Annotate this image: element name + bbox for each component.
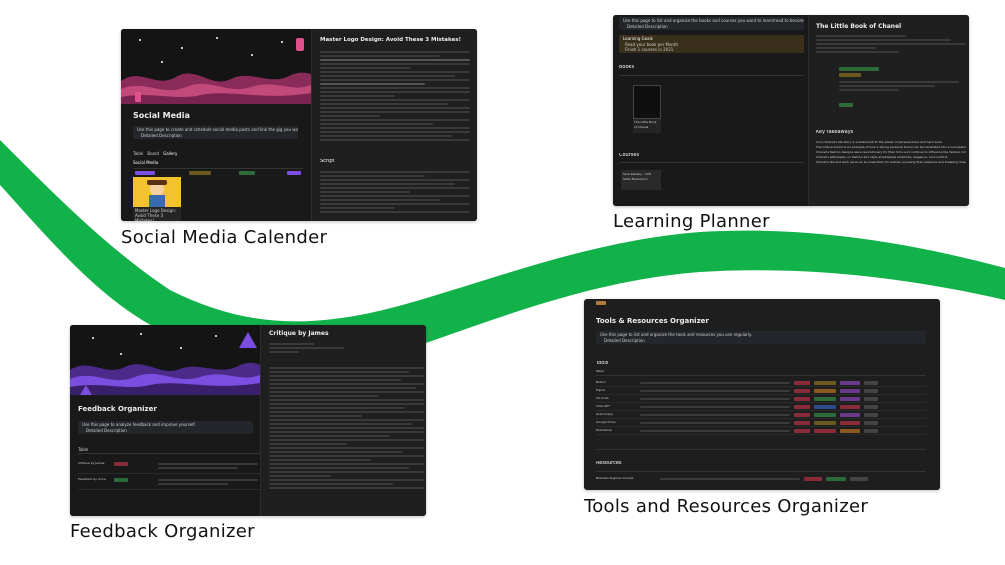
phone-icon-page — [135, 92, 141, 102]
page-title: Social Media — [133, 111, 190, 120]
hint-callout: Use this page to analyze feedback and im… — [78, 421, 253, 434]
table-tab[interactable]: Table — [596, 369, 604, 374]
key-takeaways-heading: Key takeaways — [816, 130, 854, 135]
table-row[interactable]: Google Drive — [596, 419, 926, 427]
tab-gallery[interactable]: Gallery — [163, 151, 177, 156]
tools-table: Notion Figma VS Code Chat GPT Grammarly — [596, 379, 926, 435]
detail-link[interactable]: Detailed Description — [133, 133, 298, 138]
table-row[interactable]: Notion — [596, 379, 926, 387]
caption-feedback: Feedback Organizer — [70, 521, 255, 542]
table-row[interactable]: Figma — [596, 387, 926, 395]
table-row[interactable]: Grammarly — [596, 411, 926, 419]
table-row[interactable]: Brenden Sugmen Course — [596, 475, 926, 482]
goals-callout: Learning Goals Read your book per Month … — [619, 35, 804, 53]
tab-board[interactable]: Board — [147, 151, 159, 156]
status-pill — [135, 171, 155, 175]
warning-icon-page — [80, 385, 92, 395]
social-media-card: Social Media Use this page to create and… — [121, 29, 477, 221]
tab-table[interactable]: Table — [133, 151, 143, 156]
phone-icon — [296, 38, 304, 51]
section-title: Social Media — [133, 160, 159, 165]
course-card[interactable]: Sara Kebaby - Soft Skills Bookworm — [621, 170, 661, 190]
tools-heading: Tools — [596, 361, 609, 366]
table-tab[interactable]: Table — [78, 447, 88, 452]
feedback-organizer-card: Feedback Organizer Use this page to anal… — [70, 325, 426, 516]
cartoon-thumbnail — [133, 177, 181, 207]
table-row[interactable]: Photoshop — [596, 427, 926, 435]
right-title: The Little Book of Chanel — [816, 23, 902, 30]
learning-planner-card: Use this page to list and organize the b… — [613, 15, 969, 206]
hint-callout: Use this page to list and organize the t… — [596, 331, 926, 344]
table-row[interactable]: Critique by James — [78, 459, 260, 474]
courses-heading: Courses — [619, 153, 640, 158]
table-row[interactable]: VS Code — [596, 395, 926, 403]
page-title: Feedback Organizer — [78, 405, 157, 413]
table-row[interactable]: Feedback by Anna — [78, 475, 260, 490]
right-title: Master Logo Design: Avoid These 3 Mistak… — [320, 37, 461, 43]
table-row[interactable]: Chat GPT — [596, 403, 926, 411]
hint-callout: Use this page to create and schedule soc… — [133, 126, 298, 139]
caption-social: Social Media Calender — [121, 227, 328, 248]
tools-resources-card: Tools & Resources Organizer Use this pag… — [584, 299, 940, 490]
gallery-card[interactable]: Master Logo Design: Avoid These 3 Mistak… — [133, 177, 181, 221]
resources-heading: Resources — [596, 461, 622, 466]
hammer-icon — [596, 301, 606, 305]
page-title: Tools & Resources Organizer — [596, 317, 709, 325]
hint-callout: Use this page to list and organize the b… — [619, 17, 804, 30]
books-heading: Books — [619, 65, 635, 70]
caption-tools: Tools and Resources Organizer — [584, 496, 869, 517]
book-cover — [633, 85, 661, 119]
caption-learning: Learning Planner — [613, 211, 770, 232]
warning-icon — [239, 332, 257, 348]
header-banner — [70, 325, 260, 395]
book-card[interactable]: The Little Book of Chanel — [633, 85, 661, 133]
right-title: Critique by James — [269, 330, 329, 337]
script-heading: Script — [320, 159, 335, 164]
